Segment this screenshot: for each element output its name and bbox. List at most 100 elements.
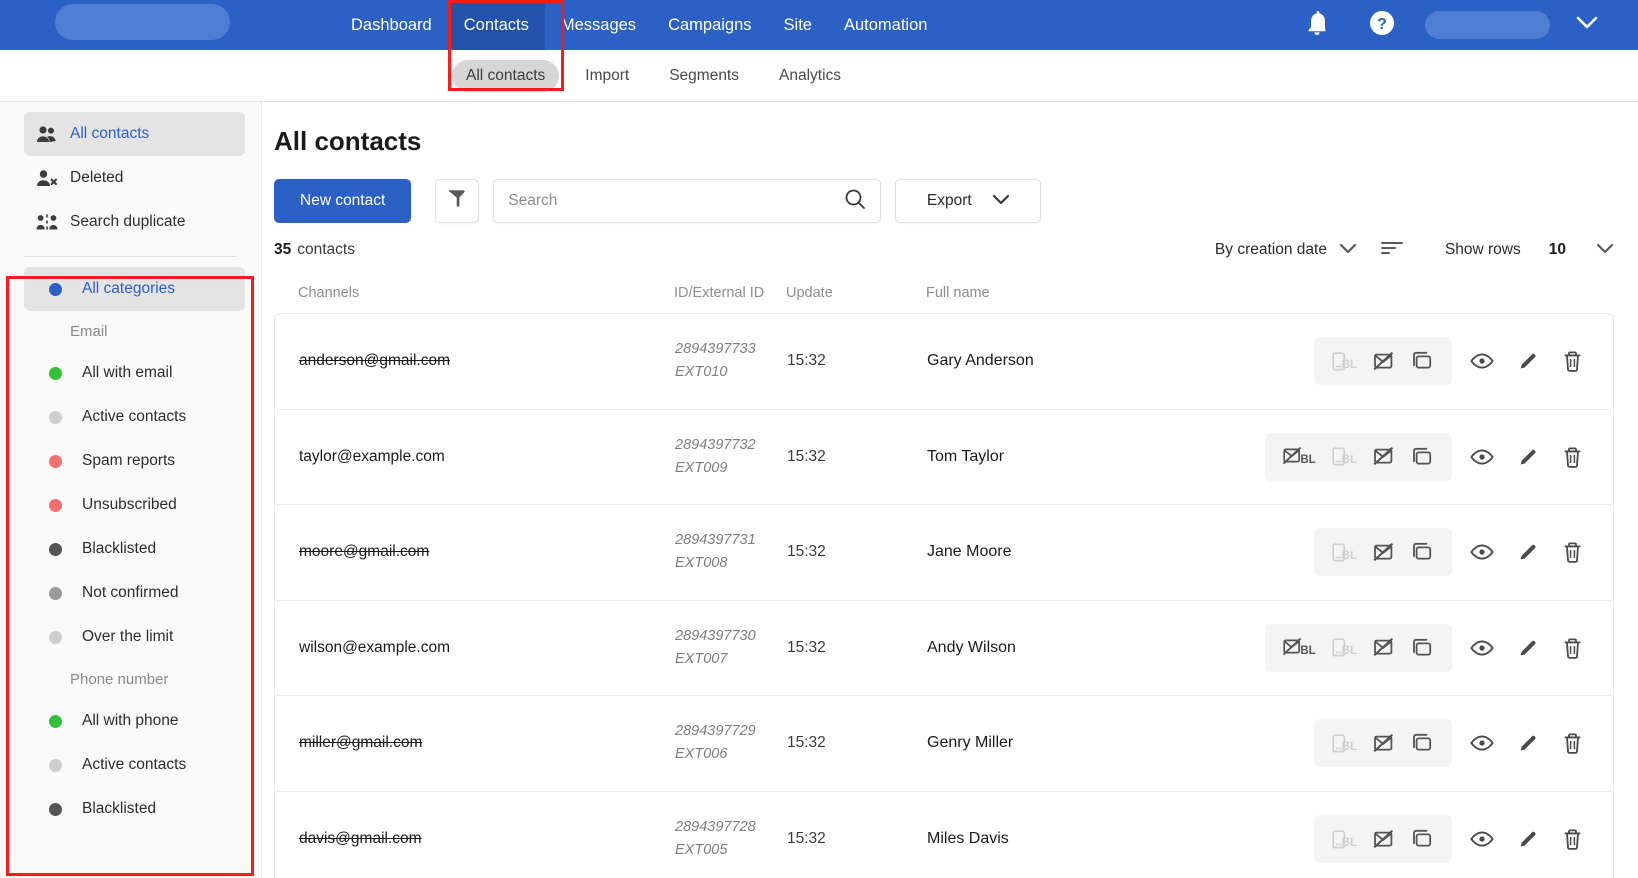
view-icon[interactable] [1470,353,1494,369]
sidebar-item-search-duplicate[interactable]: Search duplicate [24,200,245,244]
contact-full-name: Genry Miller [927,734,1014,752]
sidebar-category-all-with-email[interactable]: All with email [24,351,245,395]
contact-email: taylor@example.com [299,447,445,465]
rows-per-page-value[interactable]: 10 [1549,241,1566,259]
topnav-item-automation[interactable]: Automation [828,0,943,50]
message-icon[interactable] [1411,542,1434,562]
phone-blacklist-icon[interactable]: BL [1332,830,1357,849]
sidebar-category-all-with-phone[interactable]: All with phone [24,699,245,743]
email-blacklist-icon[interactable]: BL [1283,638,1316,657]
sidebar-category-active-contacts[interactable]: Active contacts [24,395,245,439]
chevron-down-icon[interactable] [1596,241,1614,259]
user-account-pill[interactable] [1425,11,1550,39]
table-row[interactable]: miller@gmail.com 2894397729 EXT006 15:32 Gen… [275,696,1613,792]
message-icon[interactable] [1411,638,1434,658]
table-row[interactable]: taylor@example.com 2894397732 EXT009 15:32 T… [275,410,1613,505]
sidebar-category-active-contacts[interactable]: Active contacts [24,743,245,787]
email-unsubscribe-icon[interactable] [1373,638,1395,657]
message-icon[interactable] [1411,733,1434,753]
contact-id: 2894397733 [675,341,756,358]
sort-by-select[interactable]: By creation date [1215,241,1327,259]
table-row[interactable]: davis@gmail.com 2894397728 EXT005 15:32 Mile… [275,792,1613,878]
search-icon[interactable] [844,188,866,215]
sidebar-category-blacklisted[interactable]: Blacklisted [24,787,245,831]
sidebar-category-spam-reports[interactable]: Spam reports [24,439,245,483]
email-unsubscribe-icon[interactable] [1373,542,1395,562]
contact-external-id: EXT005 [675,842,728,859]
edit-icon[interactable] [1518,829,1538,849]
email-unsubscribe-icon[interactable] [1373,351,1395,371]
edit-icon[interactable] [1518,542,1538,562]
sidebar-category-blacklisted[interactable]: Blacklisted [24,527,245,571]
status-dot-icon [38,802,72,816]
message-icon[interactable] [1411,351,1434,371]
search-input[interactable] [508,192,845,210]
subnav-item-analytics[interactable]: Analytics [765,60,855,92]
subnav-item-import[interactable]: Import [571,60,643,92]
sidebar-category-label: Not confirmed [82,584,179,601]
row-actions-group: BL [1313,528,1452,577]
bell-icon[interactable] [1305,10,1329,41]
topnav-item-messages[interactable]: Messages [545,0,652,50]
email-unsubscribe-icon[interactable] [1373,829,1395,849]
topnav-item-contacts[interactable]: Contacts [447,0,545,50]
sub-navigation-bar: All contacts Import Segments Analytics [0,50,1638,102]
phone-blacklist-icon[interactable]: BL [1332,543,1357,562]
sidebar-category-all-categories[interactable]: All categories [24,267,245,311]
app-logo[interactable] [55,4,230,40]
edit-icon[interactable] [1518,351,1538,371]
sidebar-item-deleted[interactable]: Deleted [24,156,245,200]
edit-icon[interactable] [1518,733,1538,753]
table-row[interactable]: wilson@example.com 2894397730 EXT007 15:32 A… [275,601,1613,696]
phone-blacklist-icon[interactable]: BL [1332,734,1357,753]
chevron-down-icon[interactable] [1576,16,1598,35]
message-icon[interactable] [1411,829,1434,849]
filter-button[interactable] [435,179,480,223]
view-icon[interactable] [1470,544,1494,560]
edit-icon[interactable] [1518,638,1538,658]
topnav-item-dashboard[interactable]: Dashboard [335,0,448,50]
view-icon[interactable] [1470,449,1494,465]
help-icon[interactable]: ? [1369,10,1395,41]
contact-id: 2894397729 [675,723,756,740]
sidebar-category-unsubscribed[interactable]: Unsubscribed [24,483,245,527]
sidebar-item-all-contacts[interactable]: All contacts [24,112,245,156]
email-unsubscribe-icon[interactable] [1373,733,1395,753]
edit-icon[interactable] [1518,447,1538,467]
table-row[interactable]: moore@gmail.com 2894397731 EXT008 15:32 Jane… [275,505,1613,601]
status-dot-icon [38,758,72,772]
subnav-item-segments[interactable]: Segments [655,60,753,92]
search-box[interactable] [493,179,882,223]
delete-icon[interactable] [1562,541,1583,564]
phone-blacklist-icon[interactable]: BL [1332,638,1357,657]
topnav-item-site[interactable]: Site [768,0,828,50]
top-nav-links: Dashboard Contacts Messages Campaigns Site Au… [335,0,943,50]
delete-icon[interactable] [1562,828,1583,851]
row-actions-group: BL BL [1265,432,1452,481]
topnav-item-campaigns[interactable]: Campaigns [652,0,767,50]
table-row[interactable]: anderson@gmail.com 2894397733 EXT010 15:32 G… [275,314,1613,410]
email-unsubscribe-icon[interactable] [1373,447,1395,466]
message-icon[interactable] [1411,447,1434,467]
delete-icon[interactable] [1562,446,1583,468]
sidebar-category-not-confirmed[interactable]: Not confirmed [24,571,245,615]
view-icon[interactable] [1470,735,1494,751]
sort-lines-icon[interactable] [1380,241,1403,260]
view-icon[interactable] [1470,640,1494,656]
sidebar-category-label: Active contacts [82,408,187,425]
subnav-item-all-contacts[interactable]: All contacts [452,59,560,92]
delete-icon[interactable] [1562,732,1583,755]
email-blacklist-icon[interactable]: BL [1283,447,1316,466]
chevron-down-icon[interactable] [1339,241,1357,259]
list-controls: By creation date Show rows 10 [1215,241,1614,260]
export-button[interactable]: Export [895,179,1042,223]
sidebar-category-over-the-limit[interactable]: Over the limit [24,615,245,659]
chevron-down-icon[interactable] [992,192,1010,210]
view-icon[interactable] [1470,831,1494,847]
phone-blacklist-icon[interactable]: BL [1332,352,1357,371]
phone-blacklist-icon[interactable]: BL [1332,447,1357,466]
delete-icon[interactable] [1562,637,1583,659]
new-contact-button[interactable]: New contact [274,179,412,223]
delete-icon[interactable] [1562,350,1583,373]
row-actions-right [1458,637,1595,659]
